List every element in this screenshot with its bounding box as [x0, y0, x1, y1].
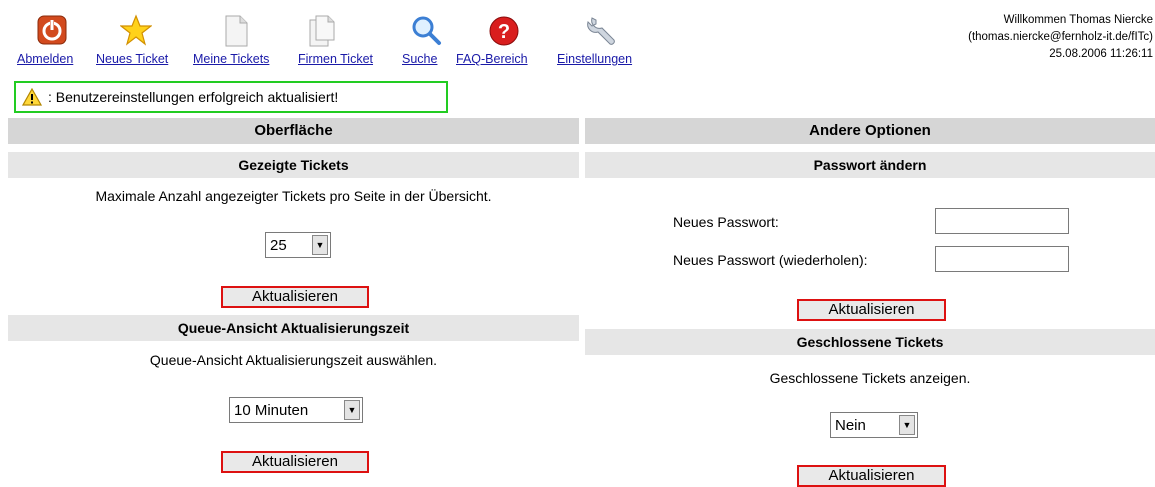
user-email: (thomas.niercke@fernholz-it.de/fITc) — [968, 31, 1153, 43]
sub-header-gezeigte-tickets: Gezeigte Tickets — [8, 152, 579, 178]
wrench-icon[interactable] — [586, 14, 618, 48]
sub-header-refresh-time: Queue-Ansicht Aktualisierungszeit — [8, 315, 579, 341]
nav-label-neues-ticket[interactable]: Neues Ticket — [96, 52, 168, 66]
sub-header-password: Passwort ändern — [585, 152, 1155, 178]
repeat-password-label: Neues Passwort (wiederholen): — [673, 252, 868, 268]
svg-text:?: ? — [498, 21, 510, 43]
new-password-input[interactable] — [935, 208, 1069, 234]
user-info: Willkommen Thomas Niercke (thomas.nierck… — [968, 12, 1153, 63]
closed-tickets-select[interactable]: Nein ▼ — [830, 412, 918, 438]
description-closed-tickets: Geschlossene Tickets anzeigen. — [769, 370, 971, 386]
nav-label-abmelden[interactable]: Abmelden — [17, 52, 73, 66]
nav-label-faq[interactable]: FAQ-Bereich — [456, 52, 528, 66]
current-datetime: 25.08.2006 11:26:11 — [1049, 48, 1153, 60]
logout-icon[interactable] — [36, 14, 68, 48]
top-navigation: Abmelden Neues Ticket Meine Tickets Firm… — [0, 0, 700, 72]
update-refresh-button[interactable]: Aktualisieren — [221, 451, 369, 473]
section-header-oberflaeche: Oberfläche — [8, 118, 579, 144]
description-shown-tickets: Maximale Anzahl angezeigter Tickets pro … — [95, 188, 492, 204]
nav-label-meine-tickets[interactable]: Meine Tickets — [193, 52, 269, 66]
update-password-button[interactable]: Aktualisieren — [797, 299, 946, 321]
welcome-text: Willkommen Thomas Niercke — [1003, 14, 1153, 26]
nav-label-einstellungen[interactable]: Einstellungen — [557, 52, 632, 66]
status-message-box: : Benutzereinstellungen erfolgreich aktu… — [14, 81, 448, 113]
search-icon[interactable] — [410, 14, 442, 48]
update-tickets-button[interactable]: Aktualisieren — [221, 286, 369, 308]
chevron-down-icon[interactable]: ▼ — [312, 235, 328, 255]
description-refresh-time: Queue-Ansicht Aktualisierungszeit auswäh… — [149, 352, 438, 368]
nav-label-firmen-ticket[interactable]: Firmen Ticket — [298, 52, 373, 66]
chevron-down-icon[interactable]: ▼ — [899, 415, 915, 435]
status-message: : Benutzereinstellungen erfolgreich aktu… — [48, 89, 339, 105]
documents-icon[interactable] — [306, 14, 338, 48]
closed-tickets-value: Nein — [835, 416, 866, 434]
chevron-down-icon[interactable]: ▼ — [344, 400, 360, 420]
document-icon[interactable] — [220, 14, 252, 48]
nav-label-suche[interactable]: Suche — [402, 52, 437, 66]
new-password-label: Neues Passwort: — [673, 214, 779, 230]
star-icon[interactable] — [120, 14, 152, 48]
repeat-password-input[interactable] — [935, 246, 1069, 272]
help-icon[interactable]: ? — [488, 14, 520, 48]
refresh-time-select[interactable]: 10 Minuten ▼ — [229, 397, 363, 423]
sub-header-closed-tickets: Geschlossene Tickets — [585, 329, 1155, 355]
update-closed-button[interactable]: Aktualisieren — [797, 465, 946, 487]
section-header-andere-optionen: Andere Optionen — [585, 118, 1155, 144]
refresh-time-value: 10 Minuten — [234, 401, 309, 419]
tickets-per-page-value: 25 — [270, 236, 287, 254]
tickets-per-page-select[interactable]: 25 ▼ — [265, 232, 331, 258]
warning-icon — [22, 88, 42, 106]
